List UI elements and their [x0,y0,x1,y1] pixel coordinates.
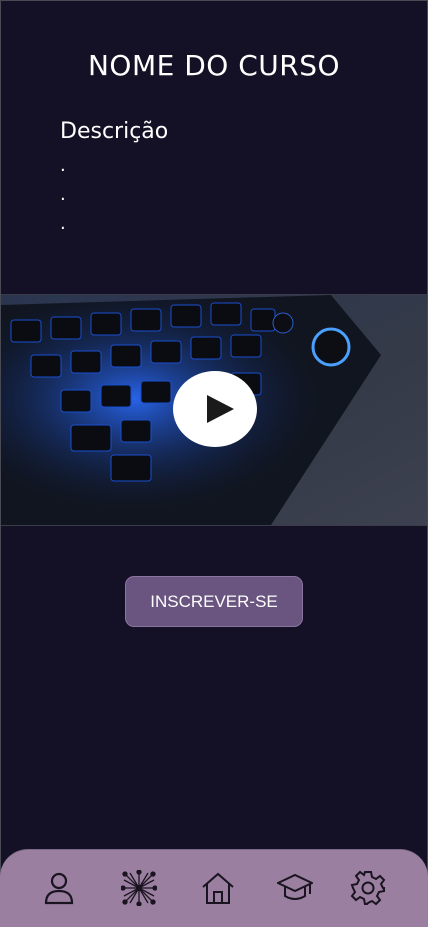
page-title: NOME DO CURSO [87,49,341,82]
course-screen: NOME DO CURSO Descrição . . . INSCREVER-… [0,0,428,926]
graduation-cap-icon[interactable] [277,870,313,906]
bullet-2: . [60,184,66,205]
network-icon[interactable] [121,870,157,906]
home-icon[interactable] [200,870,236,906]
course-video[interactable] [1,294,427,526]
bullet-1: . [60,155,66,176]
enroll-button[interactable]: INSCREVER-SE [125,576,303,627]
user-icon[interactable] [41,870,77,906]
description-bullets: . . . [60,151,66,238]
description-label: Descrição [60,119,169,144]
bullet-3: . [60,213,66,234]
bottom-nav [0,849,428,927]
gear-icon[interactable] [350,870,386,906]
play-button[interactable] [173,371,257,447]
